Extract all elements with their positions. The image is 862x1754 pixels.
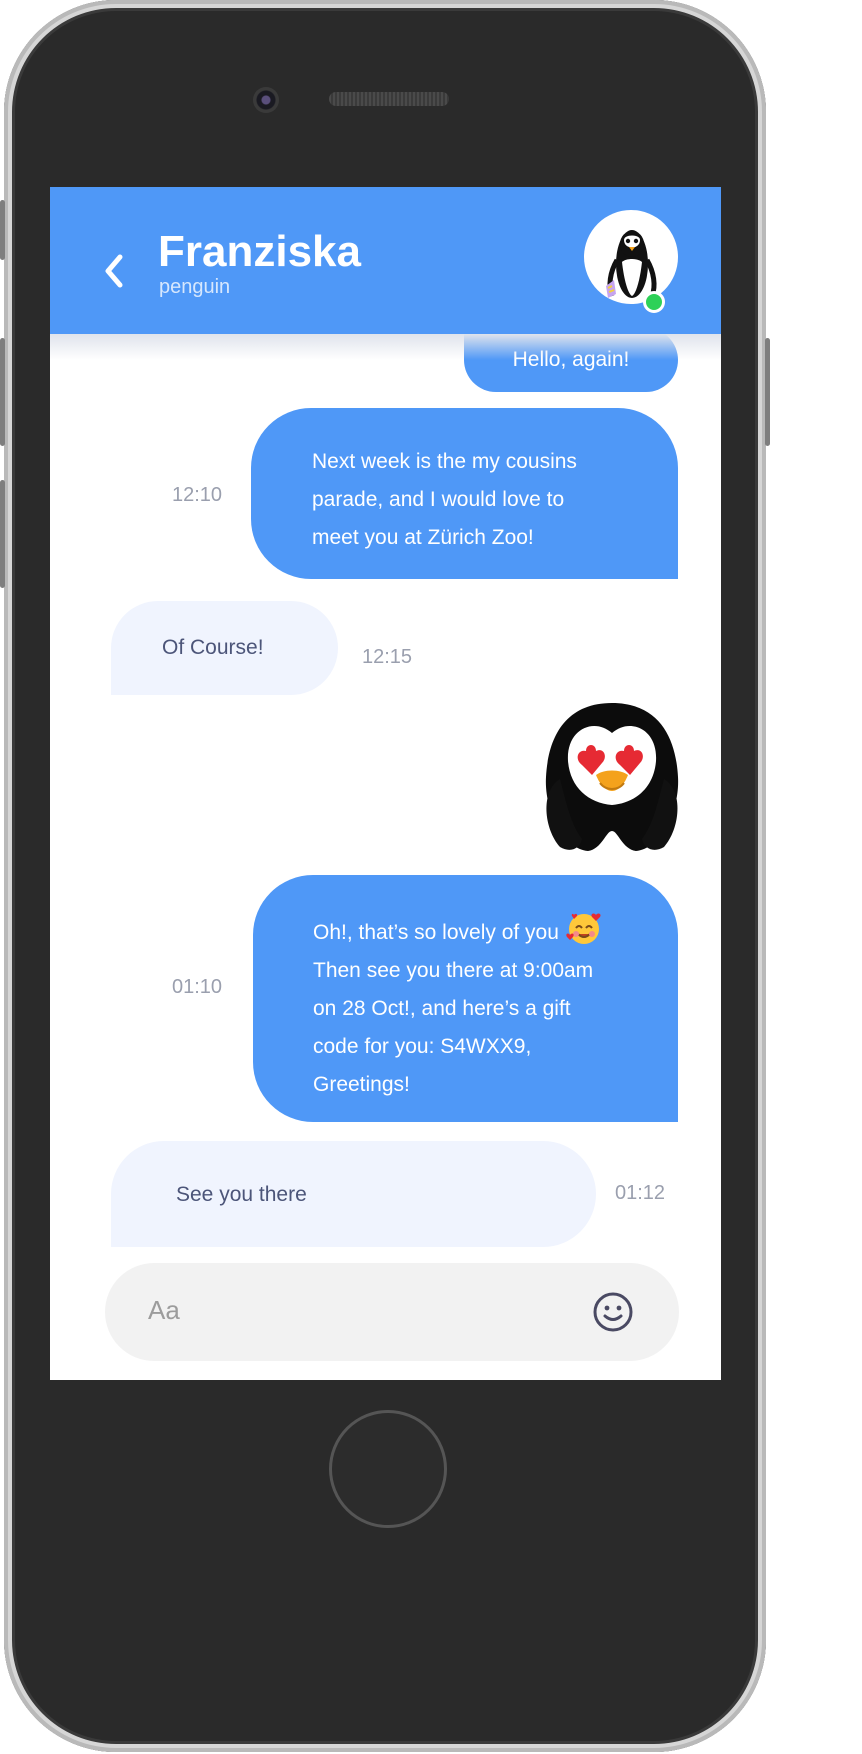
message-bubble-incoming[interactable]: Of Course! xyxy=(111,601,338,695)
emoji-smiley-icon[interactable] xyxy=(592,1291,634,1333)
message-text-line: Then see you there at 9:00am xyxy=(313,959,594,982)
volume-down-button xyxy=(0,480,5,588)
chat-header: Franziska penguin xyxy=(50,187,721,334)
penguin-heart-eyes-sticker xyxy=(545,703,679,851)
message-bubble-outgoing[interactable]: Oh!, that’s so lovely of you Then see yo… xyxy=(253,875,678,1122)
message-text-line: Oh!, that’s so lovely of you xyxy=(313,909,678,952)
power-button xyxy=(765,338,770,446)
online-status-indicator xyxy=(643,291,665,313)
message-bubble-incoming[interactable]: See you there xyxy=(111,1141,596,1247)
header-shadow xyxy=(50,334,721,360)
message-time: 12:10 xyxy=(172,484,223,506)
message-input[interactable]: Aa xyxy=(148,1295,180,1326)
earpiece-speaker xyxy=(329,92,449,106)
volume-up-button xyxy=(0,338,5,446)
message-time: 01:12 xyxy=(615,1182,666,1204)
contact-name: Franziska xyxy=(158,227,361,276)
smiling-face-with-hearts-emoji xyxy=(566,913,601,944)
back-chevron-icon[interactable] xyxy=(100,251,130,291)
message-text: Of Course! xyxy=(162,636,264,659)
message-bubble-outgoing[interactable]: Next week is the my cousins parade, and … xyxy=(251,408,678,579)
front-camera xyxy=(253,87,279,113)
contact-subtitle: penguin xyxy=(159,276,231,298)
message-time: 01:10 xyxy=(172,976,223,998)
message-text: See you there xyxy=(176,1183,307,1206)
message-text-line: on 28 Oct!, and here’s a gift xyxy=(313,997,571,1020)
message-time: 12:15 xyxy=(362,646,413,668)
message-composer[interactable]: Aa xyxy=(105,1263,679,1361)
message-text-line: Greetings! xyxy=(313,1073,410,1096)
message-text-line: code for you: S4WXX9, xyxy=(313,1035,532,1058)
penguin-avatar-icon xyxy=(606,230,657,298)
chat-screen: Hello, again! 12:10 Next week is the my … xyxy=(50,187,721,1380)
avatar[interactable] xyxy=(584,210,678,304)
message-text: Next week is the my cousins parade, and … xyxy=(312,450,577,549)
home-button[interactable] xyxy=(329,1410,447,1528)
silent-switch xyxy=(0,200,5,260)
